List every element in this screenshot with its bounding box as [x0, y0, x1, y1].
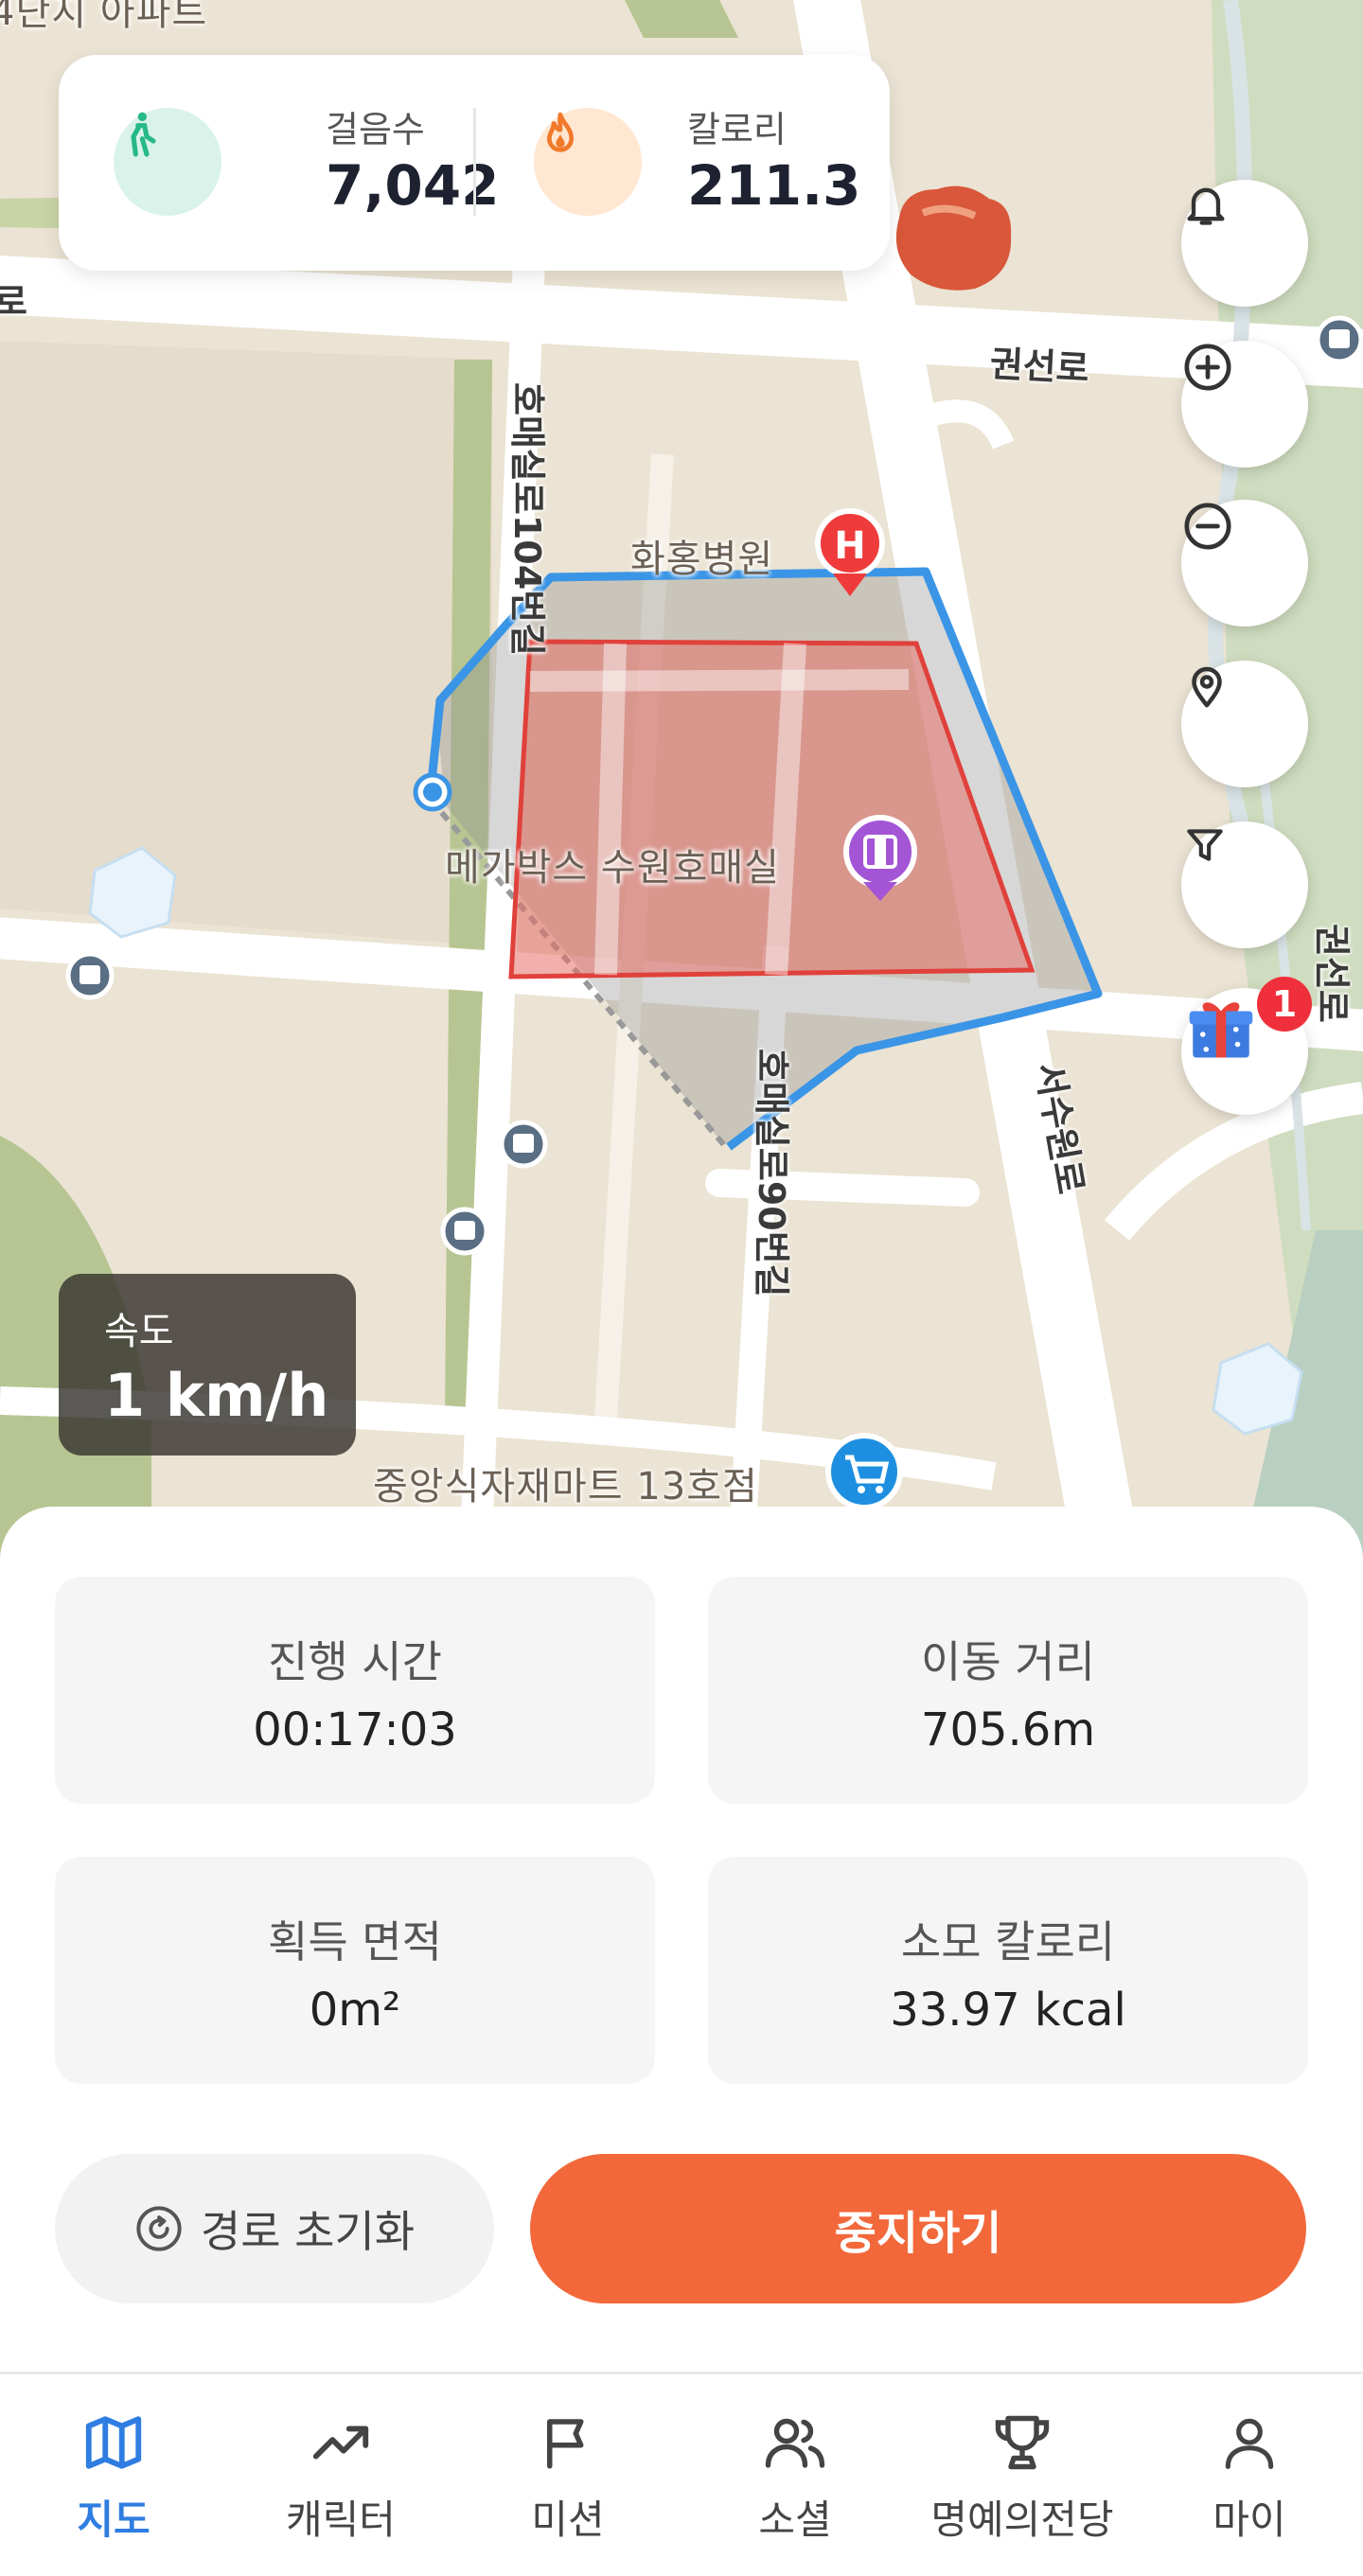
gift-button[interactable]: 1	[1181, 977, 1312, 1115]
stats-divider	[473, 108, 476, 216]
metric-value: 33.97 kcal	[890, 1984, 1126, 2037]
hospital-label[interactable]: 화홍병원	[630, 528, 773, 583]
tab-label: 소셜	[758, 2497, 832, 2543]
zoom-in-button[interactable]	[1181, 341, 1308, 468]
tab-label: 지도	[77, 2497, 150, 2543]
filter-button[interactable]	[1181, 821, 1308, 948]
metric-value: 0m²	[309, 1984, 401, 2037]
location-pin-icon	[1192, 666, 1222, 708]
metric-label: 소모 칼로리	[900, 1916, 1116, 1967]
gift-badge: 1	[1257, 977, 1312, 1032]
tab-map[interactable]: 지도	[9, 2374, 218, 2576]
reset-route-label: 경로 초기화	[200, 2206, 416, 2257]
tab-label: 캐릭터	[286, 2497, 396, 2543]
metric-area: 획득 면적 0m²	[55, 1857, 655, 2084]
tab-label: 명예의전당	[930, 2497, 1114, 2543]
gift-icon	[1189, 1002, 1253, 1058]
minus-circle-icon	[1184, 503, 1231, 550]
steps-label: 걸음수	[326, 109, 425, 150]
trophy-icon	[988, 2407, 1056, 2479]
road-label-left-edge: 로	[0, 281, 27, 323]
speed-value: 1 km/h	[104, 1361, 329, 1430]
road-label-homaesil90: 호매실로90번길	[751, 1049, 792, 1297]
flag-icon	[537, 2407, 599, 2479]
map-top-partial-label: 4단지 아파트	[0, 0, 208, 34]
stop-button[interactable]: 중지하기	[530, 2154, 1306, 2303]
speed-label: 속도	[104, 1310, 174, 1353]
road-label-gwonseon: 권선로	[988, 343, 1090, 390]
metric-label: 이동 거리	[921, 1636, 1095, 1687]
map-view[interactable]: H 4단지 아파트 화홍병원 메가박스 수원호매실 중앙식자재마트 13호점 권…	[0, 0, 1363, 1609]
road-label-right-edge: 권선로	[1311, 924, 1353, 1023]
cinema-label[interactable]: 메가박스 수원호매실	[445, 837, 780, 891]
plus-circle-icon	[1184, 344, 1231, 391]
metric-label: 진행 시간	[268, 1636, 442, 1687]
tab-mission[interactable]: 미션	[464, 2374, 672, 2576]
user-icon	[1217, 2407, 1282, 2479]
bus-stop-icon	[65, 951, 115, 1000]
tab-hall-of-fame[interactable]: 명예의전당	[918, 2374, 1126, 2576]
activity-stats-card: 걸음수 7,042 칼로리 211.3	[59, 55, 890, 271]
flame-icon	[534, 108, 642, 216]
tab-my[interactable]: 마이	[1145, 2374, 1354, 2576]
calories-value: 211.3	[687, 153, 861, 218]
speed-indicator: 속도 1 km/h	[59, 1274, 356, 1456]
tab-label: 마이	[1213, 2497, 1286, 2543]
metric-value: 705.6m	[920, 1703, 1096, 1756]
tab-character[interactable]: 캐릭터	[237, 2374, 445, 2576]
bell-icon	[1187, 187, 1225, 225]
metric-elapsed-time: 진행 시간 00:17:03	[55, 1577, 655, 1804]
app-screen: H 4단지 아파트 화홍병원 메가박스 수원호매실 중앙식자재마트 13호점 권…	[0, 0, 1363, 2576]
my-location-button[interactable]	[1181, 661, 1308, 787]
zoom-out-button[interactable]	[1181, 500, 1308, 626]
metric-calories: 소모 칼로리 33.97 kcal	[708, 1857, 1308, 2084]
road-label-homaesil104: 호매실로104번길	[506, 382, 548, 657]
walking-icon	[114, 108, 221, 216]
filter-icon	[1187, 829, 1223, 861]
map-icon	[80, 2407, 147, 2479]
calories-label: 칼로리	[687, 109, 787, 150]
metric-label: 획득 면적	[268, 1916, 442, 1967]
bottom-tab-bar: 지도 캐릭터 미션 소셜 명예의전당 마이	[0, 2372, 1363, 2576]
svg-text:H: H	[834, 524, 865, 568]
users-icon	[761, 2407, 829, 2479]
mart-label[interactable]: 중앙식자재마트 13호점	[373, 1456, 758, 1510]
reset-route-button[interactable]: 경로 초기화	[55, 2154, 494, 2303]
tab-social[interactable]: 소셜	[691, 2374, 899, 2576]
stop-label: 중지하기	[834, 2207, 1002, 2260]
notification-button[interactable]	[1181, 180, 1308, 307]
metric-distance: 이동 거리 705.6m	[708, 1577, 1308, 1804]
tab-label: 미션	[531, 2497, 605, 2543]
metric-value: 00:17:03	[253, 1703, 457, 1756]
refresh-icon	[136, 2206, 182, 2251]
trending-up-icon	[308, 2407, 374, 2479]
